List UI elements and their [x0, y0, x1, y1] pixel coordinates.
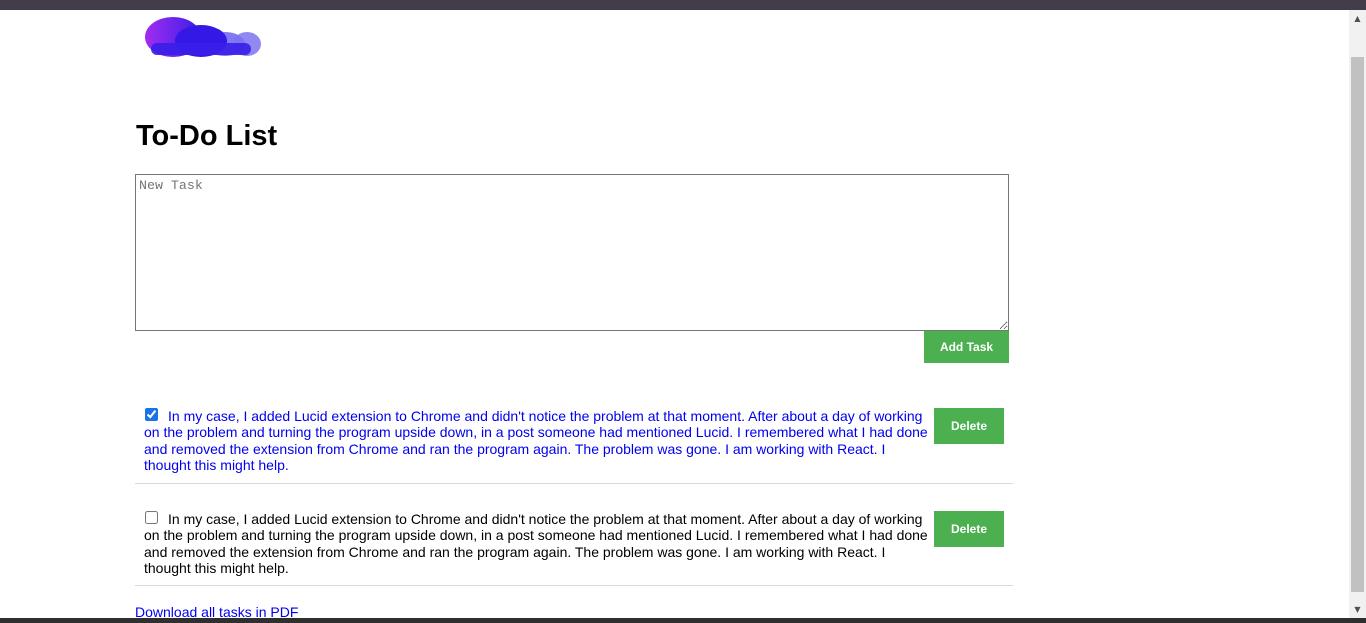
add-task-button[interactable]: Add Task [924, 331, 1009, 363]
task-text: In my case, I added Lucid extension to C… [144, 408, 928, 473]
page-viewport: To-Do List Add Task In my case, I added … [0, 10, 1349, 618]
delete-task-button[interactable]: Delete [934, 408, 1004, 444]
task-item: In my case, I added Lucid extension to C… [135, 402, 1013, 484]
scroll-down-arrow-icon[interactable]: ▼ [1349, 601, 1366, 618]
new-task-input[interactable] [135, 174, 1009, 331]
browser-top-bar [0, 0, 1366, 10]
scrollbar-thumb[interactable] [1351, 57, 1364, 592]
download-pdf-link[interactable]: Download all tasks in PDF [135, 604, 298, 618]
page-title: To-Do List [136, 120, 278, 152]
vertical-scrollbar[interactable]: ▲ ▼ [1349, 10, 1366, 618]
task-item: In my case, I added Lucid extension to C… [135, 505, 1013, 586]
delete-task-button[interactable]: Delete [934, 511, 1004, 547]
task-text: In my case, I added Lucid extension to C… [144, 511, 928, 576]
scroll-up-arrow-icon[interactable]: ▲ [1349, 10, 1366, 27]
taskbar-strip [0, 618, 1366, 623]
cloud-logo [145, 17, 261, 57]
